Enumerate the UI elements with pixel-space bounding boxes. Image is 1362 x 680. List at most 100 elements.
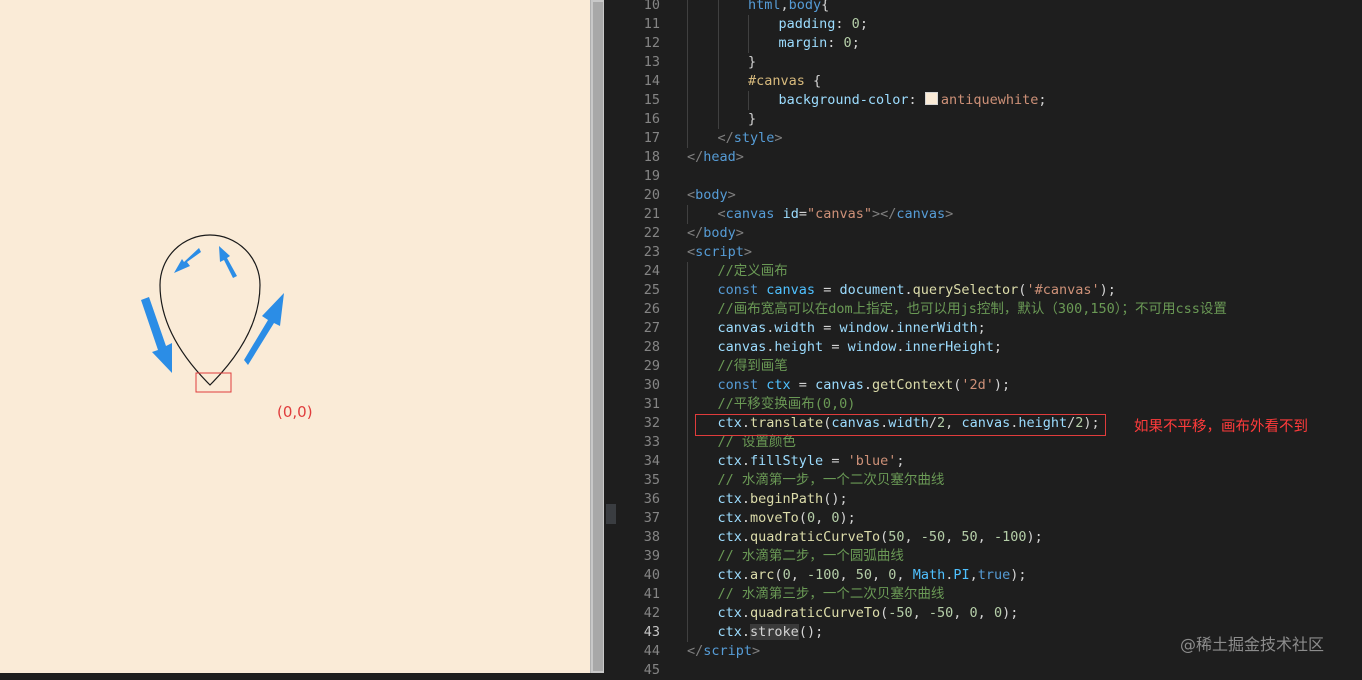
code-line[interactable]: 26 //画布宽高可以在dom上指定，也可以用js控制，默认（300,150）；不… (604, 300, 1362, 319)
code-token: . (741, 491, 751, 507)
code-line[interactable]: 42 ctx.quadraticCurveTo(-50, -50, 0, 0); (604, 604, 1362, 623)
code-line[interactable]: 12 margin: 0; (604, 34, 1362, 53)
code-text: <script> (687, 243, 752, 262)
code-token: ctx (717, 529, 742, 545)
code-text: <canvas id="canvas"></canvas> (718, 205, 954, 224)
code-line[interactable]: 18 </head> (604, 148, 1362, 167)
code-line[interactable]: 24 //定义画布 (604, 262, 1362, 281)
code-line[interactable]: 27 canvas.width = window.innerWidth; (604, 319, 1362, 338)
code-token: } (748, 54, 757, 70)
code-token: > (743, 244, 753, 260)
line-number: 33 (643, 434, 660, 450)
code-token: ; (1038, 92, 1047, 108)
code-line[interactable]: 38 ctx.quadraticCurveTo(50, -50, 50, -100… (604, 528, 1362, 547)
code-token: > (774, 130, 783, 146)
code-token: . (741, 624, 751, 640)
indent-guide (748, 15, 749, 34)
indent-guide (687, 205, 688, 224)
code-text: // 水滴第二步，一个圆弧曲线 (718, 547, 904, 566)
code-token: , (969, 567, 978, 583)
code-line[interactable]: 40 ctx.arc(0, -100, 50, 0, Math.PI,true); (604, 566, 1362, 585)
code-token: style (733, 130, 775, 146)
code-token: antiquewhite (940, 92, 1039, 108)
code-token: //画布宽高可以在dom上指定，也可以用js控制，默认（300,150）；不可用… (717, 301, 1227, 317)
code-text: const ctx = canvas.getContext('2d'); (718, 376, 1011, 395)
code-line[interactable]: 10 html,body{ (604, 0, 1362, 15)
code-token: padding (778, 16, 836, 32)
code-token: ctx (717, 491, 742, 507)
code-line[interactable]: 14 #canvas { (604, 72, 1362, 91)
code-line[interactable]: 11 padding: 0; (604, 15, 1362, 34)
code-token: ; (859, 16, 868, 32)
code-line[interactable]: 30 const ctx = canvas.getContext('2d'); (604, 376, 1362, 395)
code-token: quadraticCurveTo (750, 529, 881, 545)
code-token: body (695, 187, 728, 203)
code-token: . (904, 282, 913, 298)
code-token: // 设置颜色 (717, 434, 796, 450)
code-token: 0 (993, 605, 1003, 621)
code-line[interactable]: 19 (604, 167, 1362, 186)
line-number: 18 (643, 149, 660, 165)
line-number: 25 (643, 282, 660, 298)
code-token: #canvas (748, 73, 805, 89)
code-line[interactable]: 28 canvas.height = window.innerHeight; (604, 338, 1362, 357)
color-swatch[interactable] (924, 92, 938, 105)
line-number: 22 (643, 225, 660, 241)
indent-guide (687, 433, 688, 452)
code-line[interactable]: 29 //得到画笔 (604, 357, 1362, 376)
code-line[interactable]: 25 const canvas = document.querySelector(… (604, 281, 1362, 300)
indent-guide (748, 34, 749, 53)
code-line[interactable]: 35 // 水滴第一步，一个二次贝塞尔曲线 (604, 471, 1362, 490)
vertical-scrollbar[interactable] (590, 0, 605, 673)
code-token: 'blue' (847, 453, 897, 469)
code-line[interactable]: 21 <canvas id="canvas"></canvas> (604, 205, 1362, 224)
code-line[interactable]: 17 </style> (604, 129, 1362, 148)
code-token: "canvas" (806, 206, 872, 222)
code-line[interactable]: 34 ctx.fillStyle = 'blue'; (604, 452, 1362, 471)
code-editor[interactable]: 10 html,body{11 padding: 0; 12 margin: 0; 13}… (604, 0, 1362, 678)
code-line[interactable]: 13} (604, 53, 1362, 72)
code-token: head (703, 149, 736, 165)
code-token: > (752, 643, 761, 659)
code-token: > (727, 187, 736, 203)
code-line[interactable]: 39 // 水滴第二步，一个圆弧曲线 (604, 547, 1362, 566)
code-token: getContext (871, 377, 954, 393)
code-line[interactable]: 37 ctx.moveTo(0, 0); (604, 509, 1362, 528)
code-token: , (790, 567, 807, 583)
code-token: script (695, 244, 744, 260)
code-text: ctx.moveTo(0, 0); (718, 509, 856, 528)
code-text: ctx.beginPath(); (718, 490, 848, 509)
code-text: </head> (687, 148, 744, 167)
code-line[interactable]: 41 // 水滴第三步，一个二次贝塞尔曲线 (604, 585, 1362, 604)
indent-guide (687, 509, 688, 528)
code-token: stroke (750, 624, 799, 640)
code-line[interactable]: 31 //平移变换画布(0,0) (604, 395, 1362, 414)
code-token: ); (1002, 605, 1019, 621)
code-token: background-color (778, 92, 909, 108)
scrollbar-thumb[interactable] (593, 2, 603, 671)
code-line[interactable]: 16} (604, 110, 1362, 129)
watermark: @稀土掘金技术社区 (1180, 635, 1325, 654)
code-token: ( (880, 529, 889, 545)
code-line[interactable]: 36 ctx.beginPath(); (604, 490, 1362, 509)
code-token: , (839, 567, 856, 583)
code-token: '#canvas' (1026, 282, 1100, 298)
line-number: 36 (643, 491, 660, 507)
code-token: ; (851, 35, 860, 51)
code-text: ctx.quadraticCurveTo(-50, -50, 0, 0); (718, 604, 1019, 623)
indent-guide (717, 91, 719, 110)
code-token: ; (993, 339, 1003, 355)
code-line[interactable]: 45 (604, 661, 1362, 680)
line-number: 15 (643, 92, 660, 108)
code-line[interactable]: 23 <script> (604, 243, 1362, 262)
indent-guide (687, 110, 688, 129)
code-token: 0 (969, 605, 978, 621)
code-token: , (780, 0, 789, 13)
indent-guide (687, 471, 688, 490)
line-number: 43 (643, 624, 660, 640)
code-line[interactable]: 15 background-color: antiquewhite; (604, 91, 1362, 110)
code-line[interactable]: 22 </body> (604, 224, 1362, 243)
indent-guide (687, 376, 688, 395)
code-token: ctx (766, 377, 791, 393)
code-line[interactable]: 20 <body> (604, 186, 1362, 205)
